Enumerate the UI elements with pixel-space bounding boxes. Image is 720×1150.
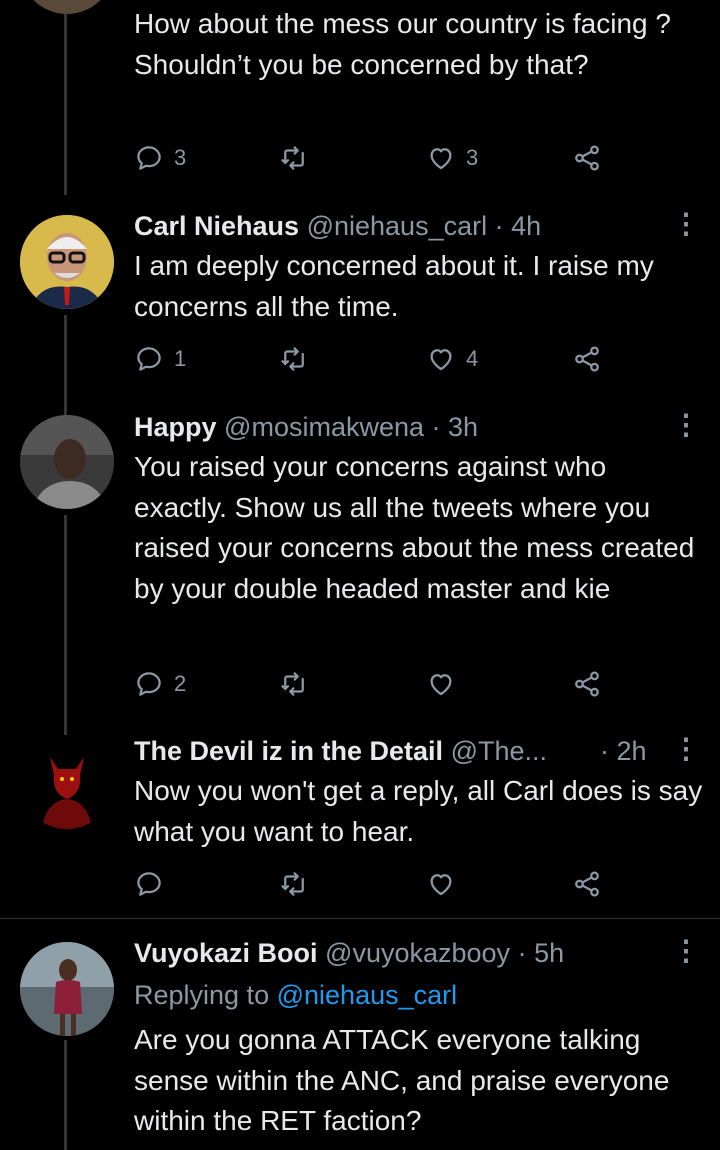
reply-count: 3 bbox=[174, 145, 187, 170]
more-icon[interactable]: ⋮ bbox=[672, 410, 700, 444]
tweet-time[interactable]: · 5h bbox=[518, 938, 565, 968]
retweet-button[interactable] bbox=[279, 341, 309, 377]
reply-count: 1 bbox=[174, 346, 187, 371]
share-button[interactable] bbox=[572, 866, 602, 902]
tweet-actions bbox=[134, 866, 614, 902]
divider bbox=[0, 918, 720, 919]
share-button[interactable] bbox=[572, 140, 602, 176]
avatar[interactable] bbox=[20, 415, 114, 509]
user-handle[interactable]: @The... bbox=[451, 736, 547, 766]
avatar[interactable] bbox=[20, 215, 114, 309]
tweet-text: I am deeply concerned about it. I raise … bbox=[134, 250, 654, 322]
tweet-header: Happy @mosimakwena · 3h bbox=[134, 410, 694, 444]
like-icon bbox=[430, 674, 452, 696]
like-icon bbox=[430, 148, 452, 170]
avatar[interactable] bbox=[20, 0, 114, 14]
tweet-text: Now you won't get a reply, all Carl does… bbox=[134, 775, 703, 847]
tweet-actions: 2 bbox=[134, 666, 614, 702]
thread-line bbox=[64, 1040, 67, 1150]
reply-count: 2 bbox=[174, 671, 187, 696]
reply-button[interactable]: 3 bbox=[134, 140, 186, 176]
display-name[interactable]: Vuyokazi Booi bbox=[134, 938, 318, 968]
like-icon bbox=[430, 349, 452, 371]
reply-button[interactable] bbox=[134, 866, 164, 902]
reply-icon bbox=[137, 146, 161, 170]
tweet-time[interactable]: · 4h bbox=[495, 211, 542, 241]
avatar-image bbox=[20, 215, 114, 309]
tweet-actions: 1 4 bbox=[134, 341, 614, 377]
tweet-header: Carl Niehaus @niehaus_carl · 4h bbox=[134, 209, 694, 243]
tweet-time[interactable]: · 2h bbox=[600, 734, 670, 768]
avatar[interactable] bbox=[20, 942, 114, 1036]
avatar-image bbox=[20, 735, 114, 829]
retweet-icon bbox=[281, 347, 304, 371]
retweet-icon bbox=[281, 672, 304, 696]
like-count: 4 bbox=[466, 346, 479, 371]
display-name[interactable]: The Devil iz in the Detail bbox=[134, 736, 443, 766]
avatar-image bbox=[20, 415, 114, 509]
user-handle[interactable]: @mosimakwena bbox=[224, 412, 424, 442]
share-icon bbox=[575, 871, 599, 897]
reply-button[interactable]: 1 bbox=[134, 341, 186, 377]
more-icon[interactable]: ⋮ bbox=[672, 734, 700, 768]
share-button[interactable] bbox=[572, 341, 602, 377]
display-name[interactable]: Happy bbox=[134, 412, 217, 442]
replying-to-user[interactable]: @niehaus_carl bbox=[277, 980, 458, 1010]
tweet-actions: 3 3 bbox=[134, 140, 614, 176]
share-button[interactable] bbox=[572, 666, 602, 702]
retweet-icon bbox=[281, 146, 304, 170]
share-icon bbox=[575, 145, 599, 171]
thread-line bbox=[64, 0, 67, 195]
reply-icon bbox=[137, 672, 161, 696]
avatar[interactable] bbox=[20, 735, 114, 829]
avatar-image bbox=[20, 942, 114, 1036]
like-button[interactable]: 3 bbox=[426, 140, 478, 176]
more-icon[interactable]: ⋮ bbox=[672, 936, 700, 970]
reply-button[interactable]: 2 bbox=[134, 666, 186, 702]
share-icon bbox=[575, 671, 599, 697]
retweet-button[interactable] bbox=[279, 866, 309, 902]
like-icon bbox=[430, 874, 452, 896]
reply-icon bbox=[137, 347, 161, 371]
display-name[interactable]: Carl Niehaus bbox=[134, 211, 299, 241]
reply-icon bbox=[137, 872, 161, 896]
retweet-button[interactable] bbox=[279, 140, 309, 176]
like-button[interactable]: 4 bbox=[426, 341, 478, 377]
retweet-icon bbox=[281, 872, 304, 896]
tweet-text: How about the mess our country is facing… bbox=[134, 8, 671, 80]
user-handle[interactable]: @niehaus_carl bbox=[307, 211, 488, 241]
tweet-text: Are you gonna ATTACK everyone talking se… bbox=[134, 1024, 670, 1136]
user-handle[interactable]: @vuyokazbooy bbox=[325, 938, 510, 968]
replying-to: Replying to @niehaus_carl bbox=[134, 978, 457, 1012]
tweet-header: Vuyokazi Booi @vuyokazbooy · 5h bbox=[134, 936, 694, 970]
like-button[interactable] bbox=[426, 866, 456, 902]
share-icon bbox=[575, 346, 599, 372]
tweet-text: You raised your concerns against who exa… bbox=[134, 451, 695, 604]
tweet-time[interactable]: · 3h bbox=[432, 412, 479, 442]
more-icon[interactable]: ⋮ bbox=[672, 209, 700, 243]
retweet-button[interactable] bbox=[279, 666, 309, 702]
replying-to-label: Replying to bbox=[134, 980, 270, 1010]
like-count: 3 bbox=[466, 145, 479, 170]
thread-line bbox=[64, 315, 67, 415]
thread-line bbox=[64, 515, 67, 735]
like-button[interactable] bbox=[426, 666, 456, 702]
